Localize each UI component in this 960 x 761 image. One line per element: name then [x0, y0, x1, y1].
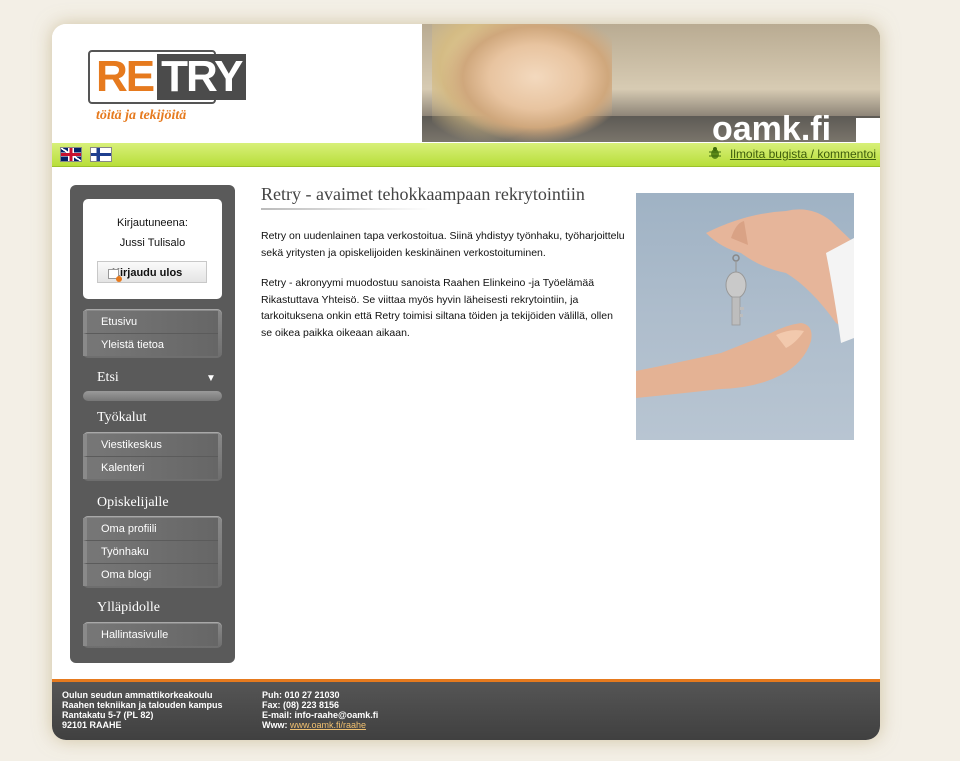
footer-contact: Puh: 010 27 21030 Fax: (08) 223 8156 E-m… — [262, 690, 378, 730]
menu-item-etusivu[interactable]: Etusivu — [83, 311, 218, 334]
admin-section-title: Ylläpidolle — [97, 600, 160, 615]
bug-icon — [709, 147, 721, 159]
logo-re-text: RE — [96, 52, 155, 101]
bug-report-link[interactable]: Ilmoita bugista / kommentoi — [730, 147, 876, 161]
header-photo-face — [442, 24, 612, 142]
footer-fax: Fax: (08) 223 8156 — [262, 700, 340, 710]
finnish-flag-icon[interactable] — [90, 147, 112, 162]
oamk-logo-text: oamk.fi — [712, 110, 832, 142]
search-section-title[interactable]: Etsi — [97, 370, 119, 386]
footer-email: E-mail: info-raahe@oamk.fi — [262, 710, 379, 720]
footer-postcode: 92101 RAAHE — [62, 720, 122, 730]
site-footer: Oulun seudun ammattikorkeakoulu Raahen t… — [52, 679, 880, 740]
chevron-down-icon[interactable]: ▼ — [206, 373, 216, 384]
footer-www: Www: www.oamk.fi/raahe — [262, 720, 378, 730]
menu-item-viestikeskus[interactable]: Viestikeskus — [83, 434, 218, 457]
footer-address: Oulun seudun ammattikorkeakoulu Raahen t… — [62, 690, 223, 730]
hands-with-key-image — [636, 193, 854, 440]
menu-item-oma-profiili[interactable]: Oma profiili — [83, 518, 218, 541]
logo-try-text: TRY — [157, 54, 246, 100]
logged-in-label: Kirjautuneena: — [117, 217, 188, 229]
logo-slogan: töitä ja tekijöitä — [96, 108, 187, 123]
logged-in-user: Jussi Tulisalo — [119, 237, 186, 249]
tools-menu: Viestikeskus Kalenteri — [83, 432, 222, 481]
students-menu: Oma profiili Työnhaku Oma blogi — [83, 516, 222, 588]
tools-section-title: Työkalut — [97, 410, 147, 425]
logout-button-label: Kirjaudu ulos — [112, 267, 183, 279]
menu-item-oma-blogi[interactable]: Oma blogi — [83, 564, 218, 586]
footer-www-label: Www: — [262, 720, 290, 730]
page-title: Retry - avaimet tehokkaampaan rekrytoint… — [261, 184, 585, 204]
menu-item-hallintasivulle[interactable]: Hallintasivulle — [83, 624, 218, 646]
retry-logo[interactable]: RE TRY — [88, 50, 246, 104]
site-header: RE TRY töitä ja tekijöitä oamk.fi — [52, 24, 880, 142]
login-status-box: Kirjautuneena: Jussi Tulisalo Kirjaudu u… — [83, 199, 222, 299]
search-collapsed-bar — [83, 391, 222, 401]
intro-paragraph: Retry on uudenlainen tapa verkostoitua. … — [261, 230, 625, 259]
acronym-paragraph: Retry - akronyymi muodostuu sanoista Raa… — [261, 277, 613, 339]
page-container: RE TRY töitä ja tekijöitä oamk.fi Ilmoit… — [52, 24, 880, 740]
footer-campus: Raahen tekniikan ja talouden kampus — [62, 700, 223, 710]
main-menu: Etusivu Yleistä tietoa — [83, 309, 222, 358]
logout-icon — [108, 269, 122, 282]
menu-item-yleista-tietoa[interactable]: Yleistä tietoa — [83, 334, 218, 356]
footer-street: Rantakatu 5-7 (PL 82) — [62, 710, 154, 720]
admin-menu: Hallintasivulle — [83, 622, 222, 648]
menu-item-tyonhaku[interactable]: Työnhaku — [83, 541, 218, 564]
english-flag-icon[interactable] — [60, 147, 82, 162]
footer-org-name: Oulun seudun ammattikorkeakoulu — [62, 690, 213, 700]
footer-phone: Puh: 010 27 21030 — [262, 690, 340, 700]
logout-button[interactable]: Kirjaudu ulos — [97, 261, 207, 283]
hands-key-illustration — [636, 209, 854, 398]
title-underline — [261, 208, 431, 210]
sidebar: Kirjautuneena: Jussi Tulisalo Kirjaudu u… — [70, 185, 235, 663]
menu-item-kalenteri[interactable]: Kalenteri — [83, 457, 218, 479]
language-bar: Ilmoita bugista / kommentoi — [52, 143, 880, 167]
oamk-logo-square — [856, 118, 880, 142]
footer-www-link[interactable]: www.oamk.fi/raahe — [290, 720, 366, 730]
students-section-title: Opiskelijalle — [97, 495, 169, 510]
